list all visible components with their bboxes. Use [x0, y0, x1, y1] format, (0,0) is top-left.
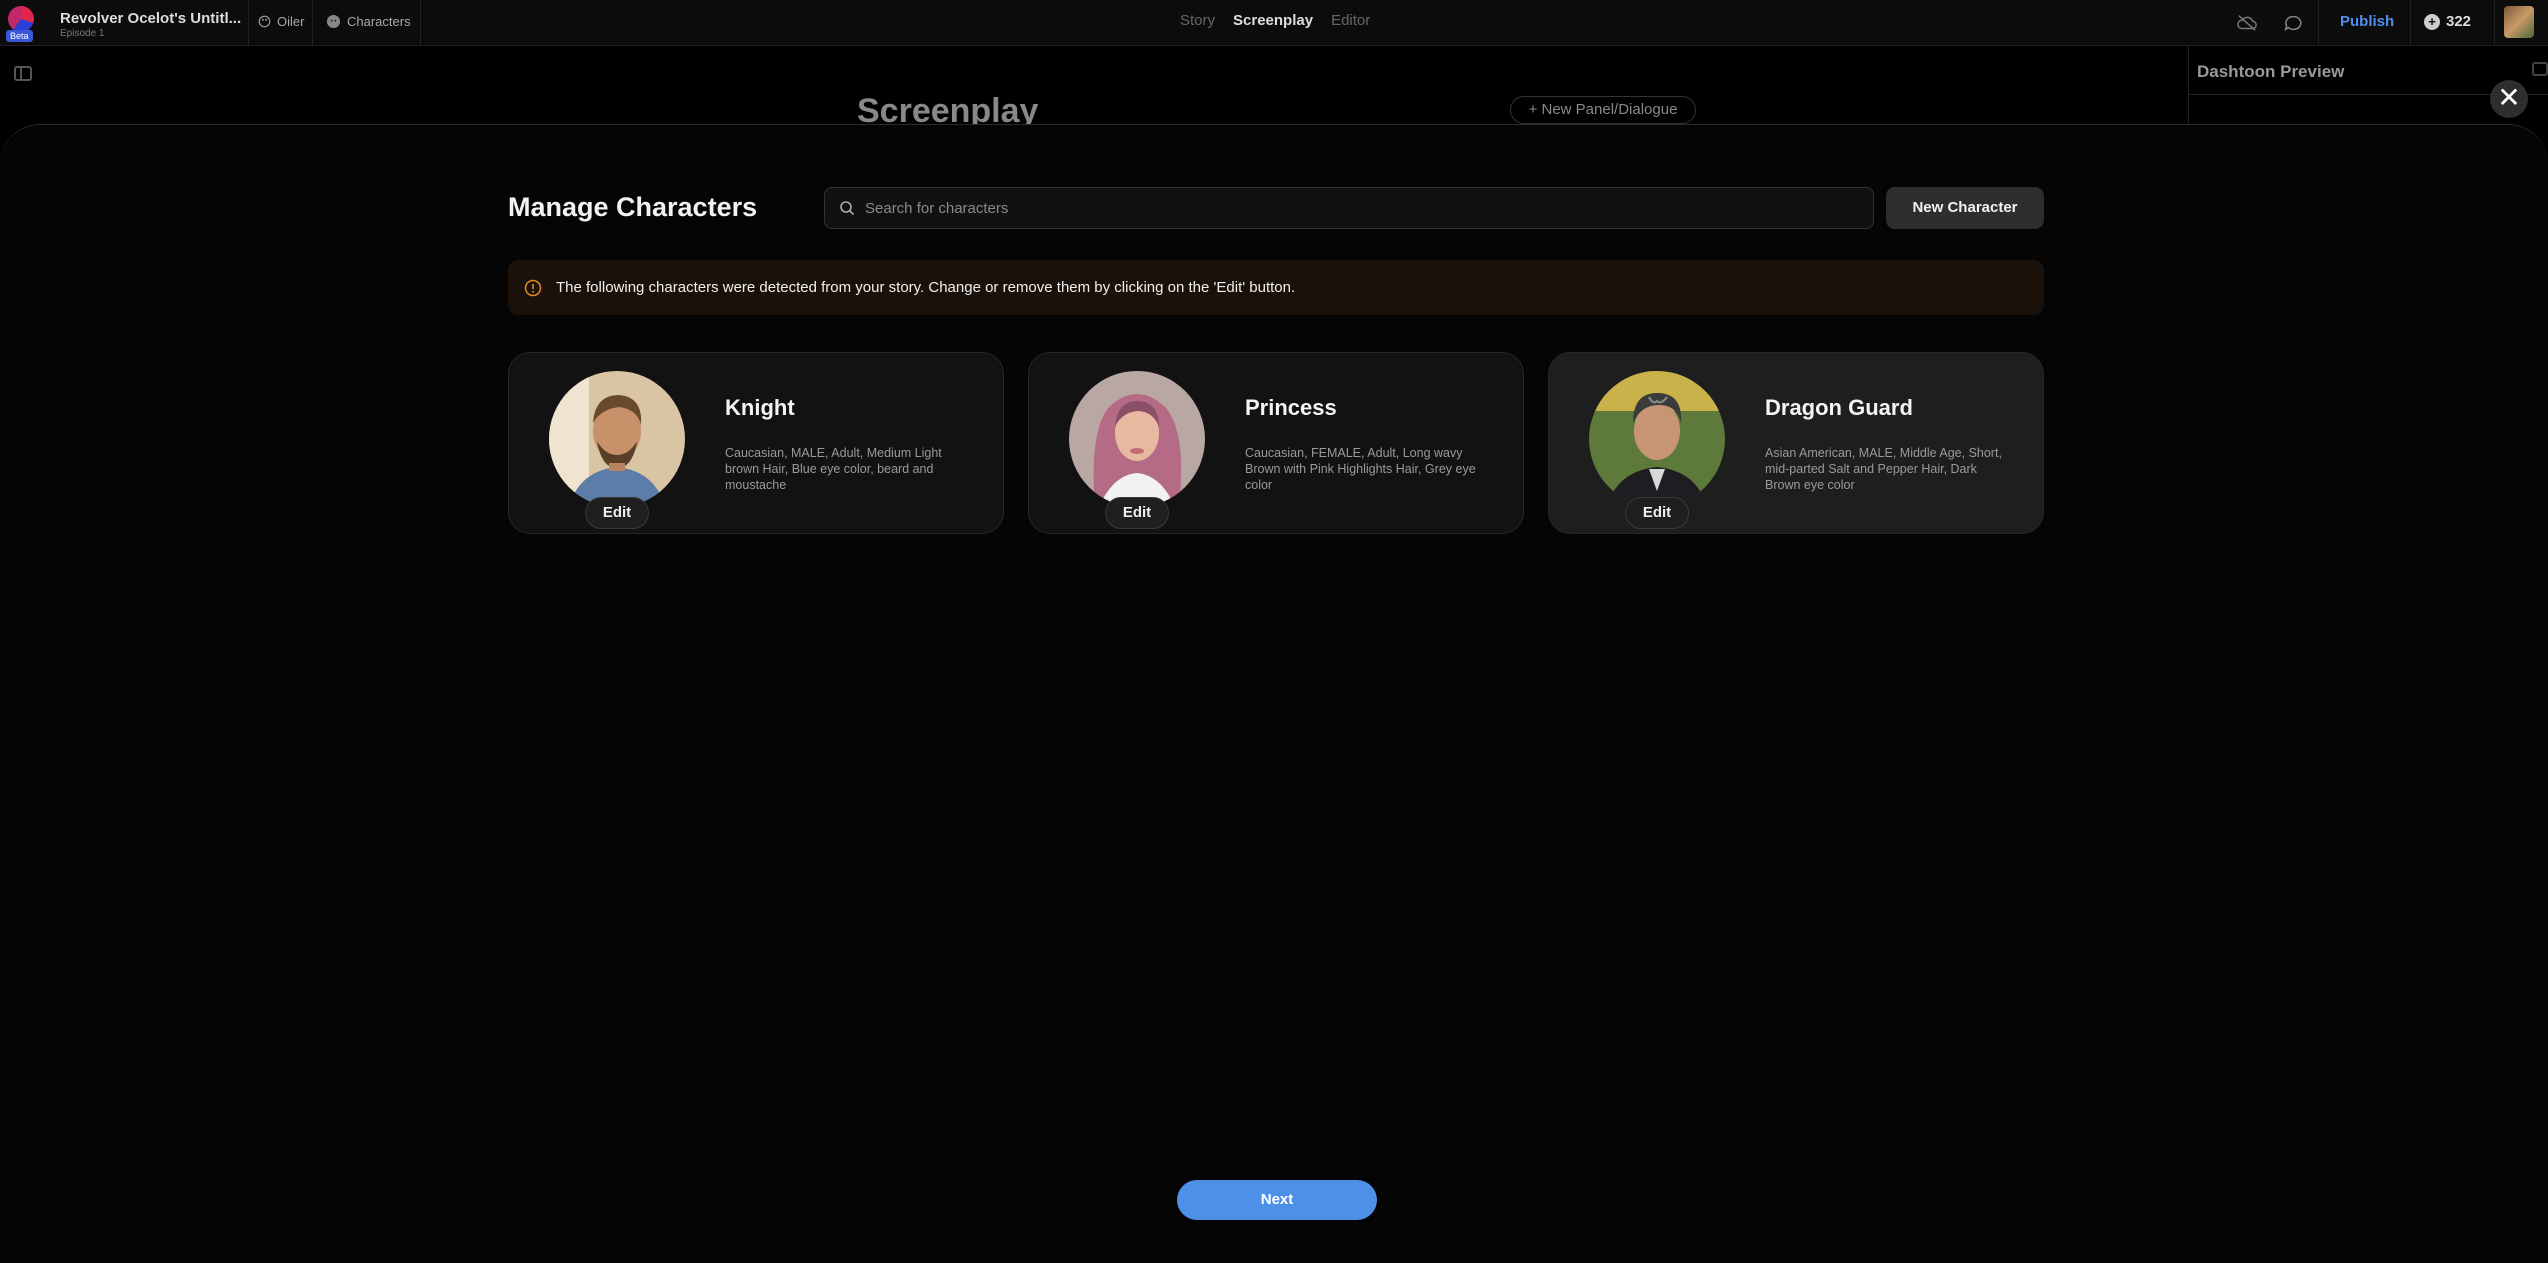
project-title[interactable]: Revolver Ocelot's Untitl... — [60, 10, 241, 27]
tab-screenplay[interactable]: Screenplay — [1233, 12, 1313, 29]
search-icon — [840, 201, 855, 216]
chat-icon[interactable] — [2282, 13, 2304, 33]
character-card-knight[interactable]: Edit Knight Caucasian, MALE, Adult, Medi… — [508, 352, 1004, 534]
palette-icon — [258, 15, 271, 28]
publish-button[interactable]: Publish — [2340, 13, 2394, 30]
right-sidebar-toggle-icon[interactable] — [2532, 62, 2548, 76]
detection-notice: The following characters were detected f… — [508, 260, 2044, 315]
knight-portrait — [549, 371, 685, 507]
character-description: Caucasian, MALE, Adult, Medium Light bro… — [725, 446, 942, 492]
mode-tabs: Story Screenplay Editor — [1180, 12, 1370, 29]
plus-icon: + — [2424, 13, 2440, 30]
close-button[interactable]: ✕ — [2490, 80, 2528, 118]
tab-editor[interactable]: Editor — [1331, 12, 1370, 29]
beta-badge: Beta — [6, 30, 33, 42]
character-card-princess[interactable]: Edit Princess Caucasian, FEMALE, Adult, … — [1028, 352, 1524, 534]
character-description: Caucasian, FEMALE, Adult, Long wavy Brow… — [1245, 446, 1476, 492]
characters-label: Characters — [347, 14, 411, 29]
app-logo[interactable]: Beta — [6, 6, 36, 42]
top-bar: Beta Revolver Ocelot's Untitl... Episode… — [0, 0, 2548, 46]
dragon-guard-portrait — [1589, 371, 1725, 507]
character-name: Knight — [725, 395, 795, 420]
princess-portrait — [1069, 371, 1205, 507]
tab-story[interactable]: Story — [1180, 12, 1215, 29]
dashtoon-preview-title: Dashtoon Preview — [2197, 62, 2345, 81]
credits-value: 322 — [2446, 13, 2472, 30]
character-name: Princess — [1245, 395, 1337, 420]
notice-text: The following characters were detected f… — [556, 279, 1296, 296]
left-sidebar-toggle-icon[interactable] — [14, 66, 32, 81]
modal-title: Manage Characters — [508, 192, 758, 222]
new-character-button[interactable]: New Character — [1886, 187, 2044, 229]
character-name: Dragon Guard — [1765, 395, 1913, 420]
info-icon — [524, 279, 542, 296]
face-icon — [326, 14, 341, 29]
character-card-dragon-guard[interactable]: Edit Dragon Guard Asian American, MALE, … — [1548, 352, 2044, 534]
episode-label: Episode 1 — [60, 28, 105, 39]
credits-counter[interactable]: + 322 — [2424, 13, 2471, 30]
edit-button[interactable]: Edit — [585, 497, 649, 529]
search-input[interactable] — [865, 188, 1855, 228]
next-button[interactable]: Next — [1177, 1180, 1377, 1220]
cloud-off-icon[interactable] — [2236, 13, 2258, 33]
oiler-chip[interactable]: Oiler — [258, 14, 304, 29]
edit-button[interactable]: Edit — [1105, 497, 1169, 529]
oiler-label: Oiler — [277, 14, 305, 29]
edit-button[interactable]: Edit — [1625, 497, 1689, 529]
character-description: Asian American, MALE, Middle Age, Short,… — [1765, 446, 2002, 492]
user-avatar[interactable] — [2504, 6, 2534, 38]
characters-chip[interactable]: Characters — [326, 14, 411, 29]
search-box[interactable] — [824, 187, 1874, 229]
new-panel-dialogue-button[interactable]: + New Panel/Dialogue — [1510, 96, 1696, 124]
